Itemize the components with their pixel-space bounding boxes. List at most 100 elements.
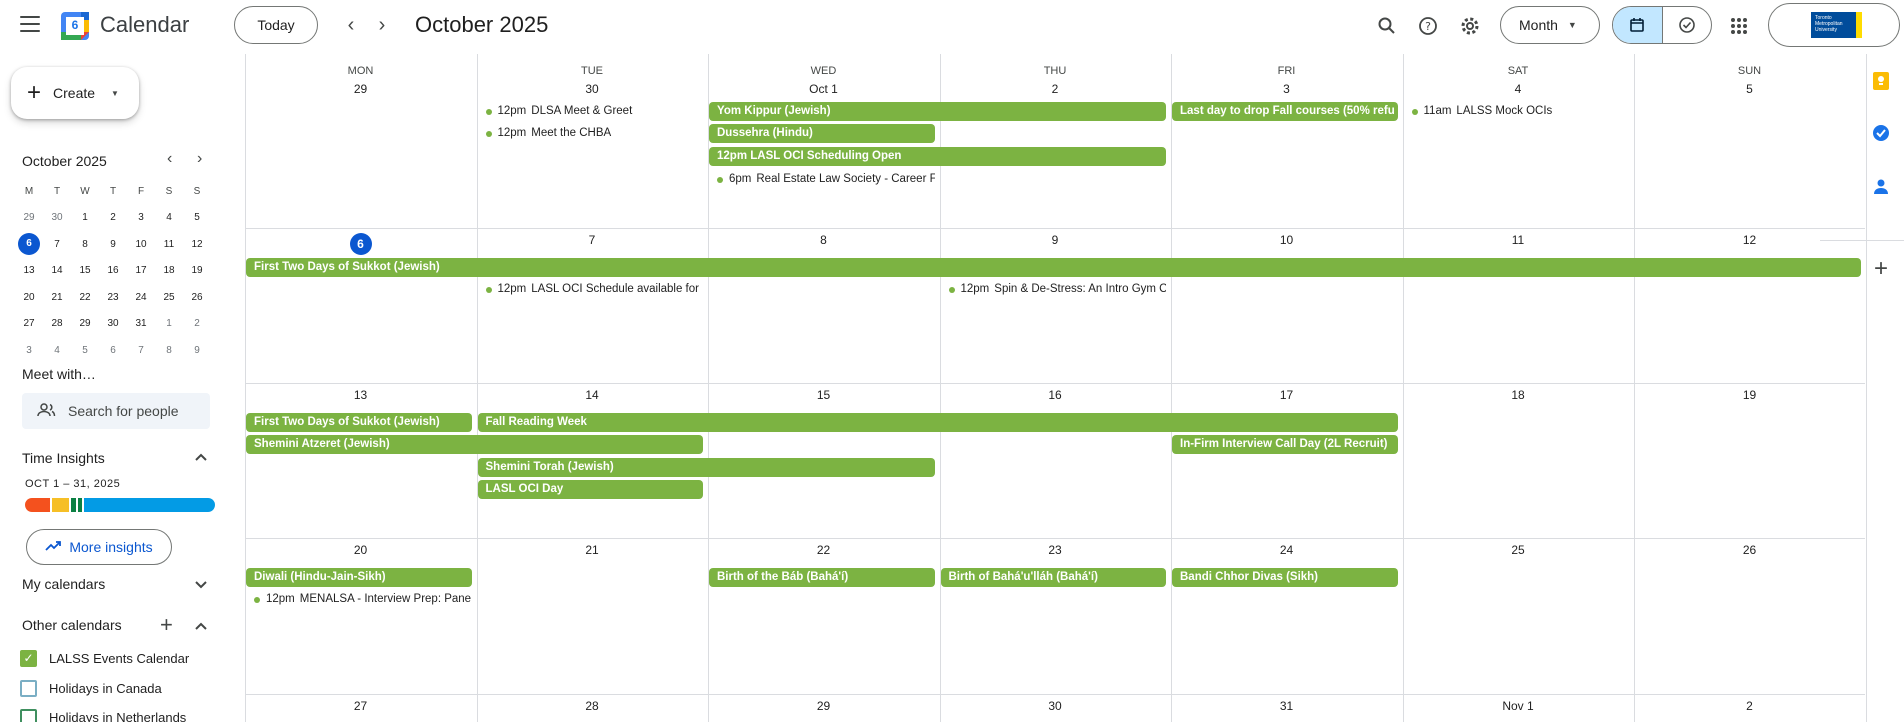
time-insights-bar[interactable] [25, 498, 215, 512]
day-number[interactable]: 20 [245, 543, 476, 557]
main-menu-icon[interactable] [20, 16, 40, 34]
day-number[interactable]: 18 [1403, 388, 1634, 402]
event-shemini-torah[interactable]: Shemini Torah (Jewish) [477, 458, 935, 477]
mini-day[interactable]: 23 [99, 292, 127, 303]
day-number[interactable]: 31 [1171, 699, 1402, 713]
get-add-ons-plus-icon[interactable]: + [1868, 255, 1894, 282]
mini-day[interactable]: 9 [99, 239, 127, 250]
event-birth-of-bahaullah[interactable]: Birth of Bahá'u'lláh (Bahá'í) [940, 568, 1166, 587]
mini-next-month-icon[interactable]: › [197, 150, 202, 168]
mini-day[interactable]: 9 [183, 345, 211, 356]
checkbox-checked-icon[interactable]: ✓ [20, 650, 37, 667]
my-calendars-heading[interactable]: My calendars [22, 576, 105, 592]
mini-day[interactable]: 15 [71, 265, 99, 276]
mini-day[interactable]: 3 [15, 345, 43, 356]
day-number[interactable]: 15 [708, 388, 939, 402]
event-menalsa-interview-prep[interactable]: 12pm MENALSA - Interview Prep: Pane [246, 590, 472, 609]
day-number[interactable]: 17 [1171, 388, 1402, 402]
mini-day[interactable]: 3 [127, 212, 155, 223]
mini-day[interactable]: 13 [15, 265, 43, 276]
event-birth-of-bab[interactable]: Birth of the Báb (Bahá'í) [709, 568, 935, 587]
google-apps-icon[interactable] [1726, 13, 1752, 39]
day-number[interactable]: 11 [1403, 233, 1634, 247]
today-button[interactable]: Today [234, 6, 318, 44]
mini-day[interactable]: 22 [71, 292, 99, 303]
day-number[interactable]: 24 [1171, 543, 1402, 557]
collapse-chevron-icon[interactable] [194, 449, 208, 465]
event-dlsa-meet-greet[interactable]: 12pm DLSA Meet & Greet [478, 102, 704, 121]
day-number[interactable]: 2 [940, 82, 1171, 96]
mini-day[interactable]: 14 [43, 265, 71, 276]
mini-day[interactable]: 21 [43, 292, 71, 303]
day-number[interactable]: 3 [1171, 82, 1402, 96]
mini-day[interactable]: 5 [71, 345, 99, 356]
day-number[interactable]: 28 [477, 699, 708, 713]
more-insights-button[interactable]: More insights [26, 529, 172, 565]
mini-day[interactable]: 5 [183, 212, 211, 223]
mini-day[interactable]: 30 [43, 212, 71, 223]
expand-chevron-icon[interactable] [194, 577, 208, 593]
event-lasl-oci-day[interactable]: LASL OCI Day [477, 480, 703, 499]
day-number[interactable]: 27 [245, 699, 476, 713]
mini-day-today[interactable]: 6 [15, 233, 43, 256]
calendar-view-icon[interactable] [1613, 7, 1663, 43]
mini-day[interactable]: 10 [127, 239, 155, 250]
next-month-icon[interactable]: › [371, 14, 393, 37]
mini-day[interactable]: 28 [43, 318, 71, 329]
collapse-chevron-icon[interactable] [194, 618, 208, 634]
mini-day[interactable]: 16 [99, 265, 127, 276]
mini-day[interactable]: 20 [15, 292, 43, 303]
mini-day[interactable]: 7 [43, 239, 71, 250]
day-number[interactable]: 2 [1634, 699, 1865, 713]
mini-day[interactable]: 30 [99, 318, 127, 329]
event-diwali[interactable]: Diwali (Hindu-Jain-Sikh) [246, 568, 472, 587]
mini-day[interactable]: 19 [183, 265, 211, 276]
day-number[interactable]: 22 [708, 543, 939, 557]
day-number[interactable]: 23 [940, 543, 1171, 557]
calendar-item-lalss[interactable]: ✓ LALSS Events Calendar [20, 650, 189, 667]
keep-icon[interactable] [1868, 68, 1894, 94]
mini-day[interactable]: 1 [71, 212, 99, 223]
day-number[interactable]: 10 [1171, 233, 1402, 247]
create-button[interactable]: + Create ▼ [11, 67, 139, 119]
mini-day[interactable]: 6 [99, 345, 127, 356]
mini-day[interactable]: 27 [15, 318, 43, 329]
mini-day[interactable]: 29 [15, 212, 43, 223]
settings-gear-icon[interactable] [1457, 13, 1483, 39]
search-icon[interactable] [1374, 13, 1400, 39]
other-calendars-heading[interactable]: Other calendars [22, 617, 122, 633]
event-lalss-mock-ocis[interactable]: 11am LALSS Mock OCIs [1404, 102, 1630, 121]
day-number[interactable]: 5 [1634, 82, 1865, 96]
mini-day[interactable]: 26 [183, 292, 211, 303]
day-number[interactable]: 7 [477, 233, 708, 247]
day-number[interactable]: 8 [708, 233, 939, 247]
mini-prev-month-icon[interactable]: ‹ [167, 150, 172, 168]
mini-day[interactable]: 1 [155, 318, 183, 329]
day-number[interactable]: Oct 1 [708, 82, 939, 96]
day-number[interactable]: 29 [708, 699, 939, 713]
help-icon[interactable]: ? [1415, 13, 1441, 39]
mini-day[interactable]: 12 [183, 239, 211, 250]
event-in-firm-interview-call-day[interactable]: In-Firm Interview Call Day (2L Recruit) [1172, 435, 1398, 454]
day-number[interactable]: Nov 1 [1403, 699, 1634, 713]
event-bandi-chhor-divas[interactable]: Bandi Chhor Divas (Sikh) [1172, 568, 1398, 587]
contacts-icon[interactable] [1868, 173, 1894, 199]
day-number[interactable]: 25 [1403, 543, 1634, 557]
mini-day[interactable]: 4 [43, 345, 71, 356]
event-shemini-atzeret[interactable]: Shemini Atzeret (Jewish) [246, 435, 703, 454]
view-selector-dropdown[interactable]: Month ▼ [1500, 6, 1600, 44]
calendar-item-holidays-netherlands[interactable]: Holidays in Netherlands [20, 709, 186, 722]
day-number[interactable]: 16 [940, 388, 1171, 402]
event-fall-reading-week[interactable]: Fall Reading Week [477, 413, 1398, 432]
mini-day[interactable]: 18 [155, 265, 183, 276]
day-number[interactable]: 29 [245, 82, 476, 96]
tasks-view-icon[interactable] [1663, 7, 1712, 43]
mini-day[interactable]: 31 [127, 318, 155, 329]
mini-day[interactable]: 8 [155, 345, 183, 356]
previous-month-icon[interactable]: ‹ [340, 14, 362, 37]
event-sukkot[interactable]: First Two Days of Sukkot (Jewish) [246, 258, 1861, 277]
day-number[interactable]: 9 [940, 233, 1171, 247]
search-for-people-input[interactable]: Search for people [22, 393, 210, 429]
day-number[interactable]: 30 [940, 699, 1171, 713]
mini-day[interactable]: 25 [155, 292, 183, 303]
